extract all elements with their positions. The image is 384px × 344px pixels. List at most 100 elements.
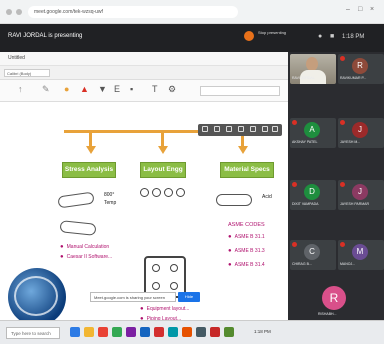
arrow-down-icon (86, 146, 96, 154)
pipe-icon (216, 194, 252, 206)
acid-label: Acid (262, 194, 272, 200)
app-icon[interactable] (168, 327, 178, 337)
people-icon[interactable]: ● (318, 33, 322, 40)
participant-tile[interactable]: D DIXIT VAMPADA (290, 180, 336, 210)
equipment-circle-icon (140, 188, 149, 197)
participant-name: RISHABH... (318, 312, 337, 316)
shape-icon[interactable]: ▪ (130, 85, 133, 94)
chat-icon[interactable]: ■ (330, 33, 334, 40)
text-icon[interactable]: E (114, 85, 120, 94)
participant-tile[interactable]: J JAYESH PARMAR (338, 180, 384, 210)
app-icon[interactable] (112, 327, 122, 337)
asme-codes-title: ASME CODES (228, 222, 265, 228)
reload-icon[interactable] (16, 9, 22, 15)
stop-presenting-button[interactable]: Stop presenting (258, 30, 298, 35)
clear-icon[interactable] (250, 126, 256, 132)
undo-icon[interactable] (202, 126, 208, 132)
muted-mic-icon (292, 120, 297, 125)
app-icon[interactable] (98, 327, 108, 337)
equipment-circle-icon (152, 188, 161, 197)
app-icon[interactable] (182, 327, 192, 337)
temp-value: 800° (104, 192, 115, 198)
app-icon[interactable] (224, 327, 234, 337)
address-bar[interactable]: meet.google.com/tek-wzsq-uwf (28, 6, 238, 18)
presenting-bar: RAVI JORDAL is presenting Stop presentin… (0, 24, 384, 52)
muted-mic-icon (292, 242, 297, 247)
participant-avatar: J (352, 122, 368, 138)
app-icon[interactable] (196, 327, 206, 337)
stop-presenting-icon[interactable] (244, 31, 254, 41)
participant-name: DIXIT VAMPADA (292, 202, 319, 206)
participant-avatar: M (352, 244, 368, 260)
app-icon[interactable] (126, 327, 136, 337)
taskbar-search[interactable]: Type here to search (6, 327, 60, 339)
app-icon[interactable] (154, 327, 164, 337)
asme-item: ● ASME B 31.4 (228, 262, 265, 268)
muted-mic-icon (340, 242, 345, 247)
close-button[interactable]: × (370, 6, 374, 13)
participant-avatar: A (304, 122, 320, 138)
shared-slide: Untitled Calibri (Body) ↑ ✎ ● ▲ ▼ E ▪ T … (0, 52, 288, 326)
highlighter-icon[interactable]: ▼ (98, 85, 107, 94)
task-view-icon[interactable] (70, 327, 80, 337)
participant-tile[interactable]: J JAYESH M... (338, 118, 384, 148)
settings-icon[interactable]: ⚙ (168, 85, 176, 94)
minimize-button[interactable]: – (346, 6, 350, 13)
participant-name: MANOJ... (340, 262, 356, 266)
hide-sharing-button[interactable]: Hide (178, 292, 200, 302)
arrow-down-icon (238, 146, 248, 154)
font-select[interactable]: Calibri (Body) (4, 69, 50, 77)
equipment-circle-icon (164, 188, 173, 197)
material-specs-box: Material Specs (220, 162, 274, 178)
draw-icon[interactable] (238, 126, 244, 132)
participant-avatar: J (352, 184, 368, 200)
annotation-controls (198, 124, 282, 136)
browser-chrome: meet.google.com/tek-wzsq-uwf – □ × (0, 0, 384, 24)
format-toolbar: Calibri (Body) (0, 66, 288, 80)
participant-avatar-large[interactable]: R (322, 286, 346, 310)
redo-icon[interactable] (214, 126, 220, 132)
equipment-circle-icon (176, 188, 185, 197)
participant-avatar: D (304, 184, 320, 200)
pen-icon[interactable]: ✎ (42, 85, 50, 94)
app-icon[interactable] (210, 327, 220, 337)
participant-tile[interactable]: C CHIRAG B... (290, 240, 336, 270)
select-icon[interactable] (226, 126, 232, 132)
temp-label: Temp (104, 200, 117, 206)
arrow-down-icon (158, 146, 168, 154)
file-explorer-icon[interactable] (84, 327, 94, 337)
close-controls-icon[interactable] (272, 126, 278, 132)
participant-name: RAVI JORDAL (292, 76, 315, 80)
participant-name: AKSHAY PATEL (292, 140, 318, 144)
meeting-clock: 1:18 PM (342, 34, 365, 40)
muted-mic-icon (340, 56, 345, 61)
windows-taskbar: Type here to search 1:18 PM (0, 320, 384, 344)
maximize-button[interactable]: □ (358, 6, 362, 13)
stress-bullet: ● Manual Calculation (60, 244, 110, 250)
participant-name: CHIRAG B... (292, 262, 312, 266)
participant-tile[interactable]: M MANOJ... (338, 240, 384, 270)
presenting-text: RAVI JORDAL is presenting (8, 33, 83, 39)
pipe-bend-icon (59, 220, 97, 236)
back-icon[interactable] (6, 9, 12, 15)
participant-tile[interactable]: A AKSHAY PATEL (290, 118, 336, 148)
marker-icon[interactable]: ▲ (80, 85, 89, 94)
pointer-icon[interactable]: ↑ (18, 85, 23, 94)
pin-icon[interactable]: ● (64, 85, 69, 94)
lock-icon[interactable] (262, 126, 268, 132)
app-icon[interactable] (140, 327, 150, 337)
eraser-icon[interactable]: T (152, 85, 158, 94)
asme-item: ● ASME B 31.3 (228, 248, 265, 254)
globe-logo-ring (14, 276, 58, 316)
participant-tile[interactable]: R RAVIKUMAR P... (338, 54, 384, 84)
toolbar-search-field[interactable] (200, 86, 280, 96)
taskbar-clock: 1:18 PM (254, 329, 271, 334)
sharing-notice: Meet.google.com is sharing your screen (90, 292, 176, 302)
document-tab[interactable]: Untitled (8, 55, 25, 61)
pipe-icon (57, 191, 95, 209)
stress-analysis-box: Stress Analysis (62, 162, 116, 178)
connector-stem (89, 132, 92, 146)
participant-tile[interactable]: RAVI JORDAL (290, 54, 336, 84)
participant-name: RAVIKUMAR P... (340, 76, 367, 80)
participant-name: JAYESH M... (340, 140, 361, 144)
